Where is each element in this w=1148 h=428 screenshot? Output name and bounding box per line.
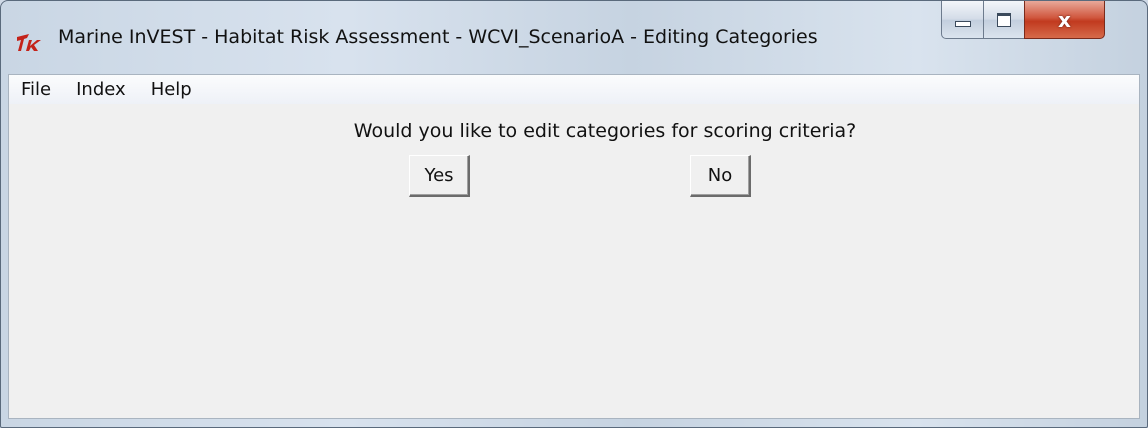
client-area: File Index Help Would you like to edit c… xyxy=(8,74,1140,419)
no-button[interactable]: No xyxy=(690,155,751,197)
app-window: Marine InVEST - Habitat Risk Assessment … xyxy=(0,0,1148,428)
minimize-button[interactable] xyxy=(941,1,984,39)
menu-help[interactable]: Help xyxy=(139,79,205,100)
window-title: Marine InVEST - Habitat Risk Assessment … xyxy=(58,26,818,48)
close-button[interactable]: x xyxy=(1024,1,1105,39)
menu-index[interactable]: Index xyxy=(64,79,139,100)
menu-file[interactable]: File xyxy=(9,79,64,100)
yes-button[interactable]: Yes xyxy=(409,155,470,197)
menu-bar: File Index Help xyxy=(9,75,1139,104)
minimize-icon xyxy=(954,20,971,27)
dialog-question: Would you like to edit categories for sc… xyxy=(353,120,857,142)
maximize-button[interactable] xyxy=(983,1,1025,39)
close-icon: x xyxy=(1058,7,1071,32)
tk-feather-icon xyxy=(17,34,41,51)
maximize-icon xyxy=(997,12,1011,27)
title-bar[interactable]: Marine InVEST - Habitat Risk Assessment … xyxy=(1,1,1147,74)
